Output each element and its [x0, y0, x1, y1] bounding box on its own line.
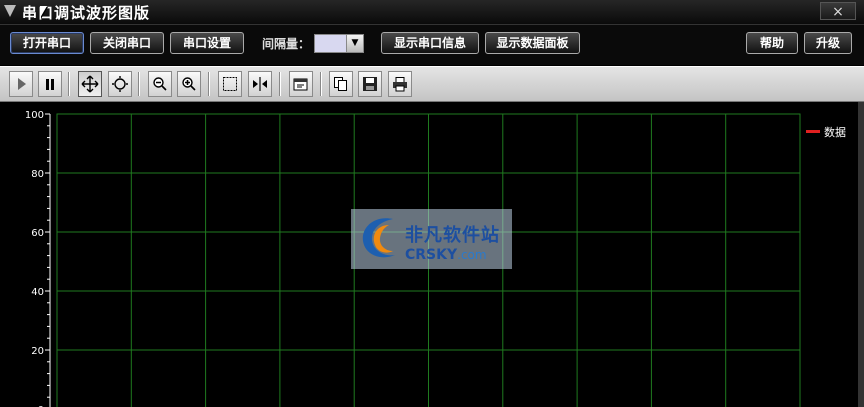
- y-tick-label: 60: [31, 228, 44, 239]
- zoom-area-icon: [112, 76, 128, 92]
- pause-icon: [46, 79, 54, 90]
- show-port-info-button[interactable]: 显示串口信息: [381, 32, 479, 54]
- interval-label: 间隔量：: [262, 37, 311, 51]
- save-button[interactable]: [358, 71, 382, 97]
- copy-button[interactable]: [329, 71, 353, 97]
- port-settings-button[interactable]: 串口设置: [170, 32, 244, 54]
- fit-icon: [253, 77, 267, 91]
- zoom-out-button[interactable]: [148, 71, 172, 97]
- chevron-down-icon[interactable]: ▼: [346, 35, 363, 52]
- pause-button[interactable]: [38, 71, 62, 97]
- close-port-button[interactable]: 关闭串口: [90, 32, 164, 54]
- toolbar-separator: [320, 72, 322, 96]
- interval-select[interactable]: ▼: [314, 34, 364, 53]
- zoom-out-icon: [153, 77, 167, 91]
- save-icon: [363, 77, 377, 91]
- print-icon: [393, 77, 407, 92]
- app-icon[interactable]: [4, 5, 16, 17]
- show-data-panel-button[interactable]: 显示数据面板: [485, 32, 580, 54]
- upgrade-button[interactable]: 升级: [804, 32, 852, 54]
- select-rect-button[interactable]: [218, 71, 242, 97]
- y-tick-label: 80: [31, 169, 44, 180]
- y-tick-label: 100: [25, 110, 44, 121]
- print-button[interactable]: [388, 71, 412, 97]
- crsky-logo-icon: [362, 218, 395, 258]
- open-port-button[interactable]: 打开串口: [10, 32, 84, 54]
- site-watermark: 非凡软件站 CRSKY.com: [351, 209, 512, 269]
- watermark-en-text: CRSKY.com: [405, 247, 487, 263]
- play-icon: [18, 78, 26, 90]
- zoom-in-button[interactable]: [177, 71, 201, 97]
- y-tick-label: 40: [31, 287, 44, 298]
- play-button[interactable]: [9, 71, 33, 97]
- select-rect-icon: [223, 77, 237, 91]
- legend-swatch: [806, 130, 820, 133]
- pan-button[interactable]: [78, 71, 102, 97]
- y-tick-label: 20: [31, 346, 44, 357]
- properties-icon: [293, 78, 308, 91]
- watermark-en-main: CRSKY: [405, 247, 458, 263]
- toolbar-separator: [279, 72, 281, 96]
- zoom-in-icon: [182, 77, 196, 91]
- scrollbar-track[interactable]: [858, 102, 864, 407]
- fit-button[interactable]: [248, 71, 272, 97]
- properties-button[interactable]: [289, 71, 313, 97]
- legend-label: 数据: [824, 126, 846, 139]
- close-button[interactable]: ×: [820, 2, 856, 20]
- title-bar: 串口调试波形图版 ×: [0, 0, 864, 25]
- pan-icon: [81, 75, 99, 93]
- copy-icon: [334, 77, 347, 91]
- mouse-cursor-icon: [40, 6, 47, 18]
- toolbar-separator: [208, 72, 210, 96]
- watermark-cn-text: 非凡软件站: [405, 225, 500, 246]
- toolbar-separator: [138, 72, 140, 96]
- watermark-en-suffix: .com: [457, 248, 487, 262]
- zoom-area-button[interactable]: [108, 71, 132, 97]
- toolbar-separator: [68, 72, 70, 96]
- help-button[interactable]: 帮助: [746, 32, 798, 54]
